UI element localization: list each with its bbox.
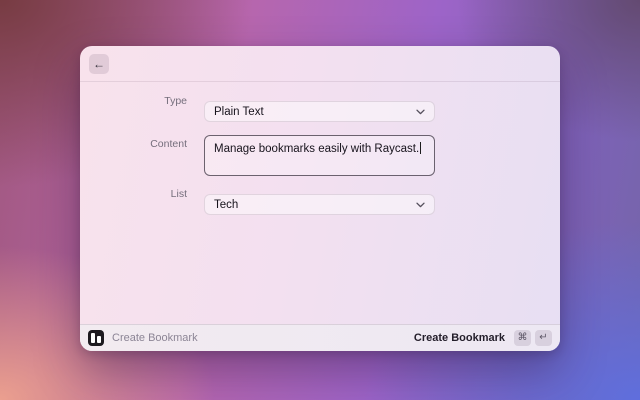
- chevron-down-icon: [416, 109, 425, 115]
- content-label: Content: [98, 138, 187, 150]
- back-arrow-icon: ←: [93, 58, 105, 70]
- type-label: Type: [98, 95, 187, 107]
- form-area: Type Plain Text Content Manage bookmarks…: [80, 82, 560, 324]
- content-text: Manage bookmarks easily with Raycast.: [214, 142, 419, 156]
- command-key-icon: ⌘: [514, 330, 531, 346]
- back-button[interactable]: ←: [89, 54, 109, 74]
- logo-bar-left: [91, 333, 95, 343]
- window-header: ←: [80, 46, 560, 82]
- type-value: Plain Text: [214, 106, 264, 118]
- type-dropdown[interactable]: Plain Text: [204, 101, 435, 122]
- command-name: Create Bookmark: [112, 332, 198, 344]
- create-bookmark-button[interactable]: Create Bookmark ⌘ ↵: [414, 330, 552, 346]
- text-caret: [420, 142, 421, 154]
- logo-bar-right: [97, 336, 101, 343]
- desktop: ← Type Plain Text Content Manage bookmar…: [0, 0, 640, 400]
- create-bookmark-label: Create Bookmark: [414, 332, 505, 344]
- enter-key-icon: ↵: [535, 330, 552, 346]
- content-textarea[interactable]: Manage bookmarks easily with Raycast.: [204, 135, 435, 176]
- list-label: List: [98, 188, 187, 200]
- window-footer: Create Bookmark Create Bookmark ⌘ ↵: [80, 324, 560, 351]
- raycast-window: ← Type Plain Text Content Manage bookmar…: [80, 46, 560, 351]
- bookmark-app-logo-icon: [88, 330, 104, 346]
- list-dropdown[interactable]: Tech: [204, 194, 435, 215]
- list-value: Tech: [214, 199, 238, 211]
- chevron-down-icon: [416, 202, 425, 208]
